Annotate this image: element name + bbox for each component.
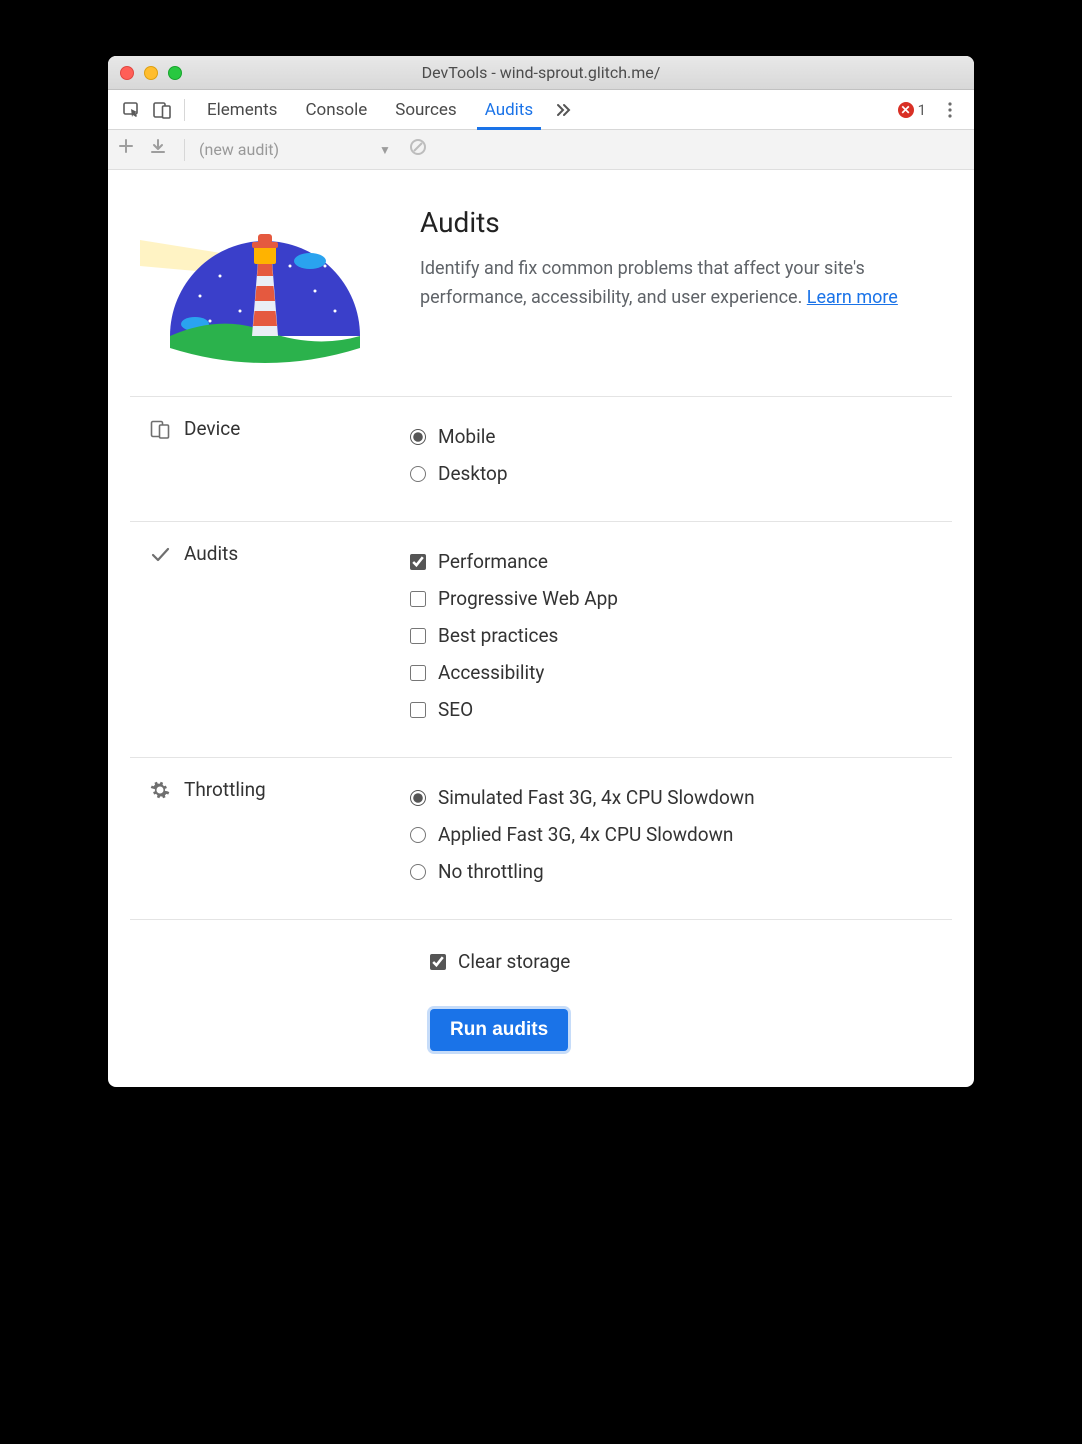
radio-input[interactable] — [410, 429, 426, 445]
checkbox-pwa[interactable]: Progressive Web App — [410, 587, 952, 610]
intro-text: Audits Identify and fix common problems … — [420, 206, 952, 366]
error-count-badge[interactable]: ✕ 1 — [898, 101, 926, 119]
section-audits-label: Audits — [184, 542, 238, 565]
checkbox-best-practices[interactable]: Best practices — [410, 624, 952, 647]
audits-toolbar: (new audit) ▼ — [108, 130, 974, 170]
radio-throttling-none[interactable]: No throttling — [410, 860, 952, 883]
chevron-double-right-icon — [555, 101, 573, 119]
option-label: SEO — [438, 698, 473, 721]
tabs-overflow-button[interactable] — [547, 90, 581, 129]
main-tabstrip: Elements Console Sources Audits ✕ 1 — [108, 90, 974, 130]
inspect-element-icon[interactable] — [118, 96, 146, 124]
lighthouse-illustration — [130, 206, 390, 366]
tab-sources[interactable]: Sources — [381, 90, 470, 129]
radio-input[interactable] — [410, 790, 426, 806]
radio-input[interactable] — [410, 827, 426, 843]
window-title: DevTools - wind-sprout.glitch.me/ — [108, 63, 974, 82]
option-label: Desktop — [438, 462, 508, 485]
checkbox-input[interactable] — [410, 628, 426, 644]
throttling-options: Simulated Fast 3G, 4x CPU Slowdown Appli… — [410, 778, 952, 897]
tab-elements[interactable]: Elements — [193, 90, 291, 129]
checkbox-input[interactable] — [410, 591, 426, 607]
checkbox-performance[interactable]: Performance — [410, 550, 952, 573]
checkbox-input[interactable] — [410, 665, 426, 681]
checkbox-clear-storage[interactable]: Clear storage — [430, 950, 952, 973]
radio-device-mobile[interactable]: Mobile — [410, 425, 952, 448]
option-label: Applied Fast 3G, 4x CPU Slowdown — [438, 823, 733, 846]
run-audits-button[interactable]: Run audits — [430, 1009, 568, 1051]
tab-console[interactable]: Console — [291, 90, 381, 129]
download-report-icon[interactable] — [150, 138, 174, 162]
checkbox-accessibility[interactable]: Accessibility — [410, 661, 952, 684]
caret-down-icon: ▼ — [379, 143, 391, 157]
section-throttling-label: Throttling — [184, 778, 266, 801]
section-audits-header: Audits — [130, 542, 410, 735]
section-audits: Audits Performance Progressive Web App B… — [130, 521, 952, 757]
section-throttling: Throttling Simulated Fast 3G, 4x CPU Slo… — [130, 757, 952, 919]
radio-input[interactable] — [410, 466, 426, 482]
section-throttling-header: Throttling — [130, 778, 410, 897]
tab-label: Audits — [485, 100, 533, 120]
error-count: 1 — [918, 101, 926, 119]
audit-select[interactable]: (new audit) ▼ — [199, 140, 391, 159]
tab-label: Sources — [395, 100, 456, 120]
checkbox-seo[interactable]: SEO — [410, 698, 952, 721]
checkbox-input[interactable] — [410, 702, 426, 718]
page-heading: Audits — [420, 206, 952, 239]
action-row: Clear storage Run audits — [130, 919, 952, 1051]
option-label: Mobile — [438, 425, 495, 448]
intro-body: Identify and fix common problems that af… — [420, 258, 865, 308]
section-device-header: Device — [130, 417, 410, 499]
check-icon — [150, 544, 170, 564]
option-label: No throttling — [438, 860, 544, 883]
error-icon: ✕ — [898, 102, 914, 118]
devtools-window: DevTools - wind-sprout.glitch.me/ Elemen… — [108, 56, 974, 1087]
option-label: Clear storage — [458, 950, 570, 973]
gear-icon — [150, 780, 170, 800]
section-device-label: Device — [184, 417, 240, 440]
tabs: Elements Console Sources Audits — [193, 90, 581, 129]
audits-panel: Audits Identify and fix common problems … — [108, 170, 974, 1087]
new-audit-icon[interactable] — [118, 138, 142, 162]
radio-input[interactable] — [410, 864, 426, 880]
separator — [184, 99, 185, 121]
titlebar: DevTools - wind-sprout.glitch.me/ — [108, 56, 974, 90]
checkbox-input[interactable] — [410, 554, 426, 570]
kebab-menu-icon[interactable] — [936, 96, 964, 124]
tab-label: Elements — [207, 100, 277, 120]
device-icon — [150, 419, 170, 439]
option-label: Performance — [438, 550, 548, 573]
audits-options: Performance Progressive Web App Best pra… — [410, 542, 952, 735]
option-label: Progressive Web App — [438, 587, 618, 610]
clear-icon[interactable] — [409, 138, 433, 162]
radio-throttling-applied[interactable]: Applied Fast 3G, 4x CPU Slowdown — [410, 823, 952, 846]
tab-audits[interactable]: Audits — [471, 90, 547, 129]
device-options: Mobile Desktop — [410, 417, 952, 499]
separator — [184, 139, 185, 161]
checkbox-input[interactable] — [430, 954, 446, 970]
device-toolbar-icon[interactable] — [148, 96, 176, 124]
audit-select-label: (new audit) — [199, 140, 279, 159]
option-label: Accessibility — [438, 661, 544, 684]
option-label: Best practices — [438, 624, 558, 647]
intro-row: Audits Identify and fix common problems … — [130, 198, 952, 396]
tab-label: Console — [305, 100, 367, 120]
option-label: Simulated Fast 3G, 4x CPU Slowdown — [438, 786, 755, 809]
radio-throttling-simulated[interactable]: Simulated Fast 3G, 4x CPU Slowdown — [410, 786, 952, 809]
radio-device-desktop[interactable]: Desktop — [410, 462, 952, 485]
section-device: Device Mobile Desktop — [130, 396, 952, 521]
learn-more-link[interactable]: Learn more — [807, 287, 898, 308]
intro-paragraph: Identify and fix common problems that af… — [420, 255, 952, 313]
